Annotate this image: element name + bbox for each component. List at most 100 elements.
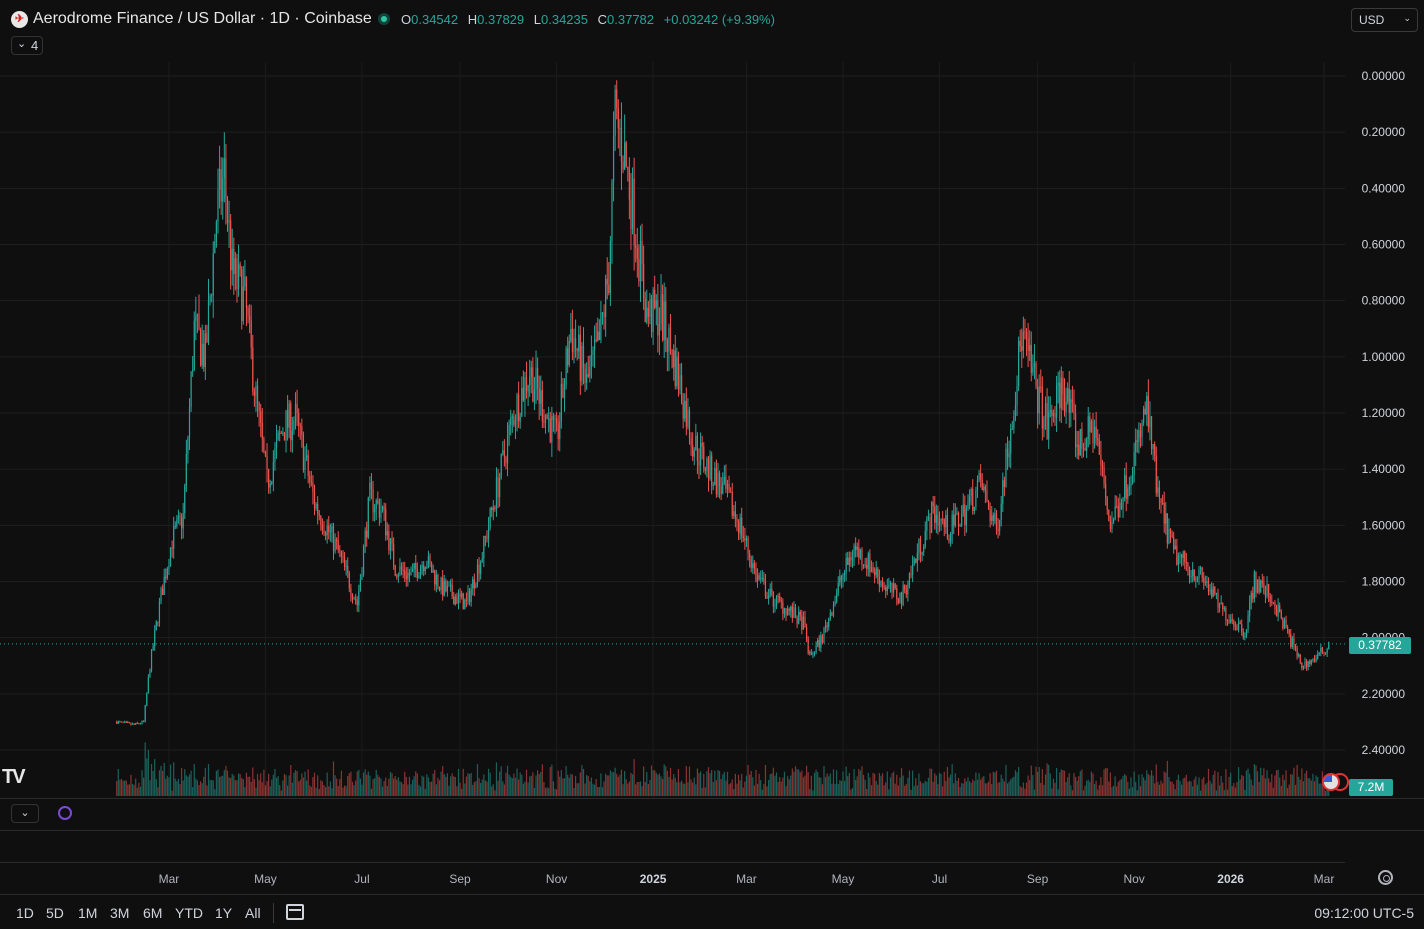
- candle-body: [1269, 596, 1271, 602]
- clock[interactable]: 09:12:00 UTC-5: [1314, 905, 1414, 921]
- candle-body: [1255, 571, 1257, 593]
- candle-body: [741, 517, 743, 537]
- volume-bar: [275, 777, 278, 796]
- candle-body: [446, 585, 449, 592]
- candle-body: [465, 599, 468, 601]
- volume-bar: [220, 776, 222, 796]
- volume-bar: [239, 774, 241, 796]
- volume-bar: [1298, 776, 1300, 796]
- volume-bar: [1215, 790, 1218, 796]
- volume-bar: [361, 784, 363, 796]
- range-button-1d[interactable]: 1D: [16, 905, 34, 921]
- candle-body: [981, 480, 983, 491]
- price-chart[interactable]: 2.400002.200002.000001.800001.600001.400…: [0, 62, 1424, 798]
- candle-body: [266, 455, 268, 470]
- volume-bar: [481, 779, 483, 796]
- volume-bar: [723, 771, 725, 796]
- volume-bar: [973, 780, 975, 796]
- volume-bar: [1016, 772, 1018, 796]
- volume-bar: [173, 762, 175, 796]
- volume-bar: [1222, 782, 1224, 796]
- candle-body: [483, 535, 485, 559]
- volume-bar: [567, 774, 569, 796]
- candle-body: [1203, 577, 1205, 582]
- candle-body: [796, 618, 798, 624]
- volume-bar: [188, 774, 191, 796]
- price-tick-label: 0.40000: [1362, 181, 1406, 195]
- volume-bar: [870, 785, 873, 796]
- us-flag-icon[interactable]: [1322, 773, 1340, 791]
- candle-body: [764, 580, 767, 597]
- volume-bar: [1147, 774, 1149, 796]
- candle-body: [1144, 408, 1146, 415]
- candle-body: [201, 343, 203, 366]
- symbol-title[interactable]: Aerodrome Finance / US Dollar · 1D · Coi…: [33, 10, 372, 28]
- candle-body: [627, 166, 629, 171]
- range-button-1y[interactable]: 1Y: [215, 905, 232, 921]
- candle-body: [1198, 569, 1200, 578]
- volume-bar: [1261, 775, 1263, 796]
- gear-icon[interactable]: [1378, 870, 1393, 885]
- candle-body: [1051, 410, 1053, 416]
- pane-divider[interactable]: [0, 798, 1424, 799]
- volume-bar: [326, 772, 328, 796]
- candle-body: [472, 579, 474, 589]
- volume-bar: [231, 773, 233, 796]
- candle-body: [820, 635, 822, 648]
- candle-body: [421, 565, 423, 568]
- calendar-goto-icon[interactable]: [286, 904, 304, 920]
- volume-bar: [1027, 775, 1029, 796]
- candle-body: [1052, 412, 1055, 416]
- volume-bar: [741, 773, 743, 796]
- range-button-6m[interactable]: 6M: [143, 905, 162, 921]
- sync-icon[interactable]: [58, 806, 72, 820]
- candle-body: [717, 472, 719, 495]
- volume-bar: [894, 783, 896, 796]
- volume-bar: [544, 787, 547, 796]
- volume-bar: [673, 774, 675, 796]
- candle-body: [394, 565, 396, 576]
- volume-bar: [796, 769, 798, 796]
- volume-bar: [1057, 789, 1059, 796]
- candle-body: [272, 461, 274, 482]
- candle-body: [815, 645, 817, 653]
- volume-bar: [1274, 775, 1276, 796]
- range-button-3m[interactable]: 3M: [110, 905, 129, 921]
- candle-body: [218, 169, 221, 190]
- candle-body: [370, 482, 373, 489]
- candle-body: [999, 519, 1001, 531]
- time-axis[interactable]: Mar May Jul Sep Nov 2025 Mar May Jul Sep Nov 2026 Ma…: [0, 862, 1345, 893]
- candle-body: [1195, 579, 1197, 581]
- market-status-icon[interactable]: [378, 13, 390, 25]
- range-button-5d[interactable]: 5D: [46, 905, 64, 921]
- range-button-all[interactable]: All: [245, 905, 261, 921]
- range-button-1m[interactable]: 1M: [78, 905, 97, 921]
- chevron-down-icon: ⌄: [1403, 13, 1411, 23]
- currency-select[interactable]: USD ⌄: [1351, 8, 1418, 32]
- range-button-ytd[interactable]: YTD: [175, 905, 203, 921]
- candle-body: [1141, 422, 1143, 438]
- volume-bar: [924, 780, 926, 796]
- candle-body: [1162, 503, 1164, 505]
- candle-body: [699, 443, 702, 466]
- candle-body: [617, 107, 619, 129]
- volume-bar: [965, 781, 968, 796]
- indicators-toggle-button[interactable]: ⌄ 4: [11, 36, 43, 55]
- candle-body: [821, 635, 824, 643]
- tradingview-logo-icon[interactable]: TV: [2, 766, 26, 789]
- candle-body: [274, 448, 276, 462]
- volume-bar: [1060, 769, 1062, 796]
- candle-body: [924, 530, 926, 547]
- indicators-count: 4: [31, 38, 39, 53]
- volume-bar: [660, 776, 662, 796]
- candle-body: [1199, 567, 1202, 570]
- candle-body: [282, 432, 284, 434]
- candle-body: [419, 567, 422, 576]
- time-tick-label: Nov: [1123, 872, 1145, 886]
- candle-body: [581, 345, 583, 381]
- candle-body: [638, 258, 640, 282]
- pane-divider[interactable]: [0, 830, 1424, 831]
- candle-body: [158, 601, 161, 623]
- price-tick-label: 1.40000: [1362, 462, 1406, 476]
- pane-collapse-button[interactable]: ⌄: [11, 804, 39, 823]
